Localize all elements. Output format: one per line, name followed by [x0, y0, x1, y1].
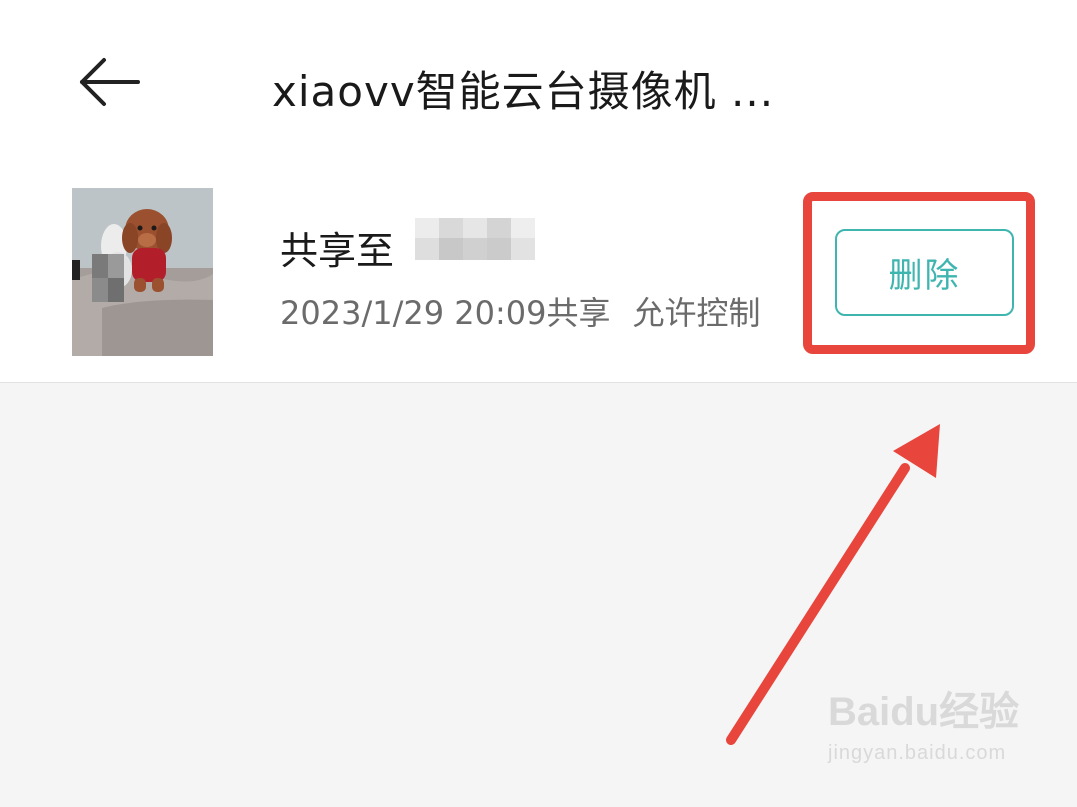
share-time: 2023/1/29 20:09共享	[280, 294, 611, 332]
share-meta: 2023/1/29 20:09共享 允许控制	[280, 288, 761, 334]
share-list-item: 共享至 2023/1/29 20:09共享 允许控制 删除	[0, 170, 1077, 383]
watermark-brand: Baidu经验	[828, 690, 1020, 734]
redacted-name-mosaic	[415, 218, 535, 260]
arrow-left-icon	[80, 58, 140, 106]
watermark-url: jingyan.baidu.com	[828, 742, 1007, 764]
device-share-page: xiaovv智能云台摄像机 ... 共享至 2023/1/29 20:09共享 …	[0, 0, 1077, 807]
top-bar: xiaovv智能云台摄像机 ...	[0, 0, 1077, 170]
delete-button[interactable]: 删除	[835, 229, 1014, 316]
page-title: xiaovv智能云台摄像机 ...	[272, 67, 775, 116]
share-target-prefix: 共享至	[280, 229, 395, 273]
share-permission: 允许控制	[632, 294, 761, 332]
device-thumbnail	[72, 188, 213, 356]
baidu-watermark: Baidu经验 jingyan.baidu.com	[828, 690, 1028, 765]
share-target-name: 共享至	[280, 220, 394, 275]
back-button[interactable]	[70, 52, 150, 112]
